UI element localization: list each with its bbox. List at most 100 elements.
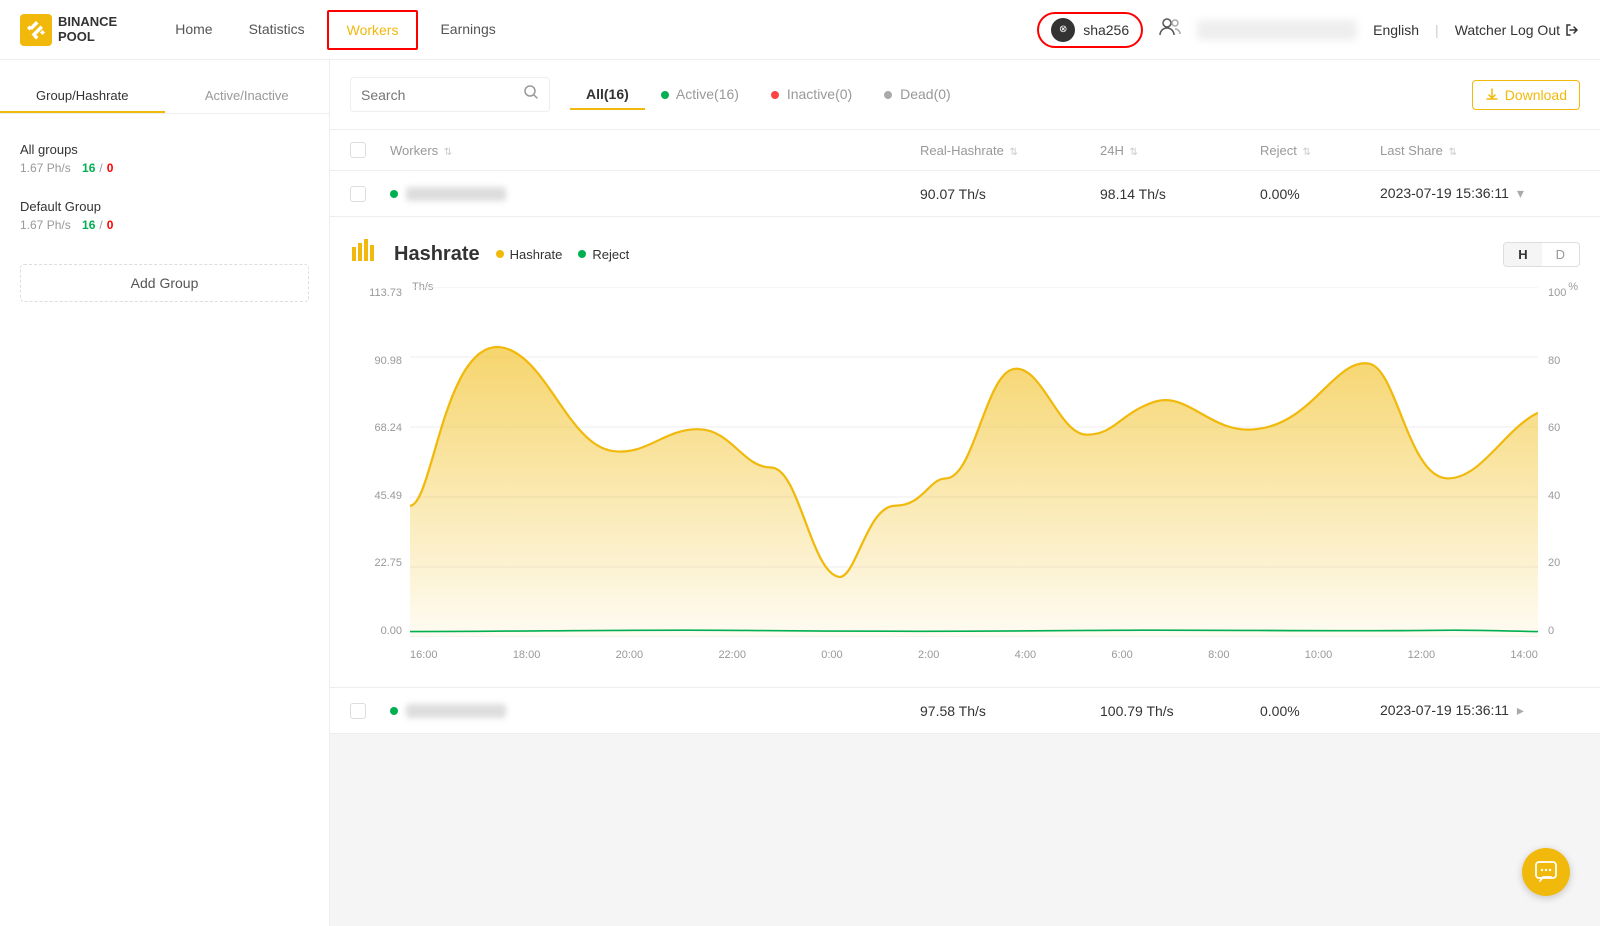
row2-real-hashrate: 97.58 Th/s [920,703,1100,719]
header-check [350,142,390,158]
row2-check [350,703,390,719]
filter-tabs: All(16) Active(16) Inactive(0) Dead(0) [570,80,967,110]
group-item-default[interactable]: Default Group 1.67 Ph/s 16 / 0 [0,187,329,244]
header-real-hashrate: Real-Hashrate ⇅ [920,143,1100,158]
row1-reject: 0.00% [1260,186,1380,202]
sidebar-tab-group-hashrate[interactable]: Group/Hashrate [0,80,165,113]
sidebar-tab-active-inactive[interactable]: Active/Inactive [165,80,330,113]
binance-logo-icon [20,14,52,46]
period-btn-h[interactable]: H [1504,243,1541,266]
reject-sort-icon[interactable]: ⇅ [1302,147,1310,158]
nav-item-statistics[interactable]: Statistics [231,0,323,60]
filter-tab-all[interactable]: All(16) [570,80,645,110]
header-workers: Workers ⇅ [390,143,920,158]
row1-worker-name [390,187,920,201]
table-header: Workers ⇅ Real-Hashrate ⇅ 24H ⇅ Reject ⇅… [330,130,1600,171]
row1-expand-icon[interactable]: ▾ [1517,185,1524,201]
group-active-count-default: 16 [82,218,95,232]
wallet-address [1197,20,1357,40]
header-reject: Reject ⇅ [1260,143,1380,158]
row1-status-dot [390,190,398,198]
row2-checkbox[interactable] [350,703,366,719]
sidebar-tabs: Group/Hashrate Active/Inactive [0,80,329,114]
real-hashrate-sort-icon[interactable]: ⇅ [1009,147,1017,158]
brand-name: BINANCE [58,15,117,29]
chart-container: Hashrate Hashrate Reject H D [330,217,1600,688]
24h-sort-icon[interactable]: ⇅ [1129,147,1137,158]
group-stats-all: 1.67 Ph/s 16 / 0 [20,161,309,175]
legend-reject: Reject [578,247,629,262]
users-icon[interactable] [1159,18,1181,41]
main-nav: Home Statistics Workers Earnings [157,0,514,60]
filter-bar: All(16) Active(16) Inactive(0) Dead(0) [330,60,1600,130]
header-last-share: Last Share ⇅ [1380,143,1580,158]
row2-reject: 0.00% [1260,703,1380,719]
header: BINANCE POOL Home Statistics Workers Ear… [0,0,1600,60]
inactive-status-dot [771,91,779,99]
row2-expand-icon[interactable]: ▸ [1517,702,1524,718]
filter-tab-active[interactable]: Active(16) [645,80,755,110]
nav-item-workers[interactable]: Workers [327,10,419,50]
sidebar: Group/Hashrate Active/Inactive All group… [0,60,330,926]
row1-name-blurred [406,187,506,201]
account-icon: ⊗ [1051,18,1075,42]
filter-tab-inactive[interactable]: Inactive(0) [755,80,868,110]
group-name-all: All groups [20,142,309,157]
nav-item-home[interactable]: Home [157,0,230,60]
nav-item-earnings[interactable]: Earnings [422,0,513,60]
table-row: 97.58 Th/s 100.79 Th/s 0.00% 2023-07-19 … [330,688,1600,734]
active-status-dot [661,91,669,99]
row1-checkbox[interactable] [350,186,366,202]
chart-y-axis-right: 100 80 60 40 20 0 [1540,287,1580,637]
row1-real-hashrate: 90.07 Th/s [920,186,1100,202]
header-right: ⊗ sha256 English | Watcher Log Out [1037,12,1580,48]
legend-hashrate: Hashrate [496,247,563,262]
watcher-logout-button[interactable]: Watcher Log Out [1455,22,1580,38]
group-name-default: Default Group [20,199,309,214]
header-24h: 24H ⇅ [1100,143,1260,158]
row2-24h: 100.79 Th/s [1100,703,1260,719]
filter-tab-dead[interactable]: Dead(0) [868,80,966,110]
account-badge[interactable]: ⊗ sha256 [1037,12,1143,48]
group-inactive-count-all: 0 [107,161,114,175]
group-inactive-count-default: 0 [107,218,114,232]
row2-status-dot [390,707,398,715]
group-item-all[interactable]: All groups 1.67 Ph/s 16 / 0 [0,130,329,187]
logo[interactable]: BINANCE POOL [20,14,117,46]
main-content: All(16) Active(16) Inactive(0) Dead(0) [330,60,1600,926]
search-icon [523,84,539,105]
table-row: 90.07 Th/s 98.14 Th/s 0.00% 2023-07-19 1… [330,171,1600,217]
layout: Group/Hashrate Active/Inactive All group… [0,60,1600,926]
chart-icon [350,237,378,271]
add-group-button[interactable]: Add Group [20,264,309,302]
chart-title: Hashrate [394,243,480,266]
legend-reject-dot [578,250,586,258]
select-all-checkbox[interactable] [350,142,366,158]
row1-check [350,186,390,202]
language-selector[interactable]: English [1373,22,1419,38]
table: Workers ⇅ Real-Hashrate ⇅ 24H ⇅ Reject ⇅… [330,130,1600,734]
workers-sort-icon[interactable]: ⇅ [444,147,452,158]
row1-last-share: 2023-07-19 15:36:11 ▾ [1380,185,1580,202]
row2-name-blurred [406,704,506,718]
chart-period-buttons: H D [1503,242,1580,267]
dead-status-dot [884,91,892,99]
legend-hashrate-dot [496,250,504,258]
search-input[interactable] [361,87,515,103]
row2-last-share: 2023-07-19 15:36:11 ▸ [1380,702,1580,719]
search-box[interactable] [350,77,550,112]
chart-legend: Hashrate Reject [496,247,630,262]
pool-name: POOL [58,30,117,44]
row1-24h: 98.14 Th/s [1100,186,1260,202]
chart-x-axis: 16:00 18:00 20:00 22:00 0:00 2:00 4:00 6… [410,643,1538,667]
chart-y-axis-left: 113.73 90.98 68.24 45.49 22.75 0.00 [350,287,410,637]
download-button[interactable]: Download [1472,80,1580,110]
chat-button[interactable] [1522,848,1570,896]
last-share-sort-icon[interactable]: ⇅ [1449,147,1457,158]
row2-worker-name [390,704,920,718]
group-stats-default: 1.67 Ph/s 16 / 0 [20,218,309,232]
group-active-count-all: 16 [82,161,95,175]
chart-header: Hashrate Hashrate Reject H D [350,237,1580,271]
period-btn-d[interactable]: D [1542,243,1579,266]
chart-area: Th/s % 113.73 90.98 68.24 45.49 22.75 0.… [350,287,1580,667]
